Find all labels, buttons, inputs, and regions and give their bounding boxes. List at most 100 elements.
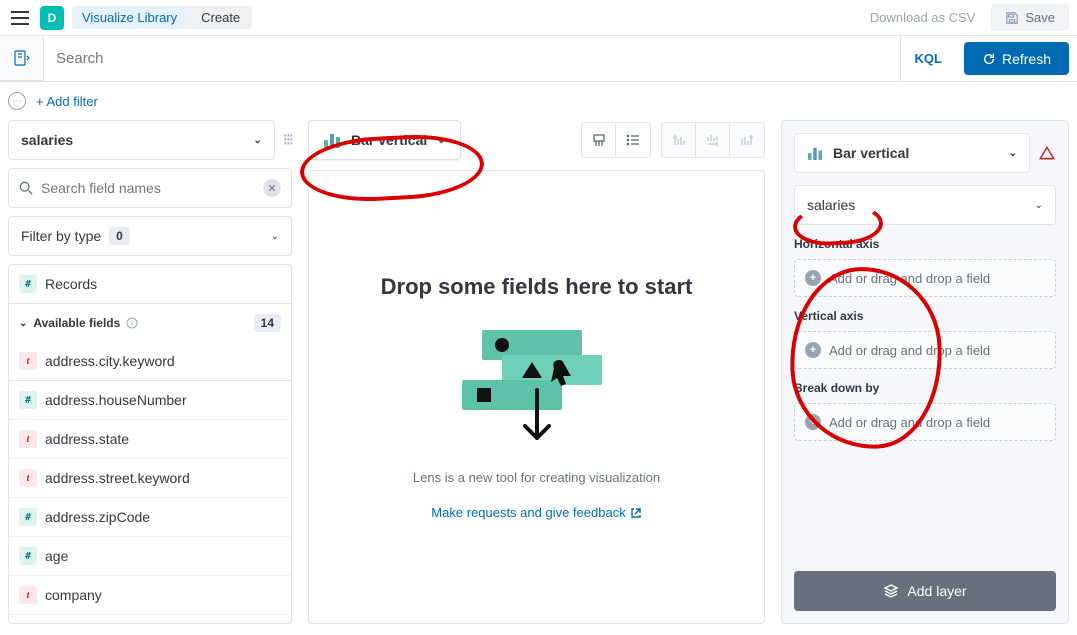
save-button[interactable]: Save bbox=[991, 4, 1069, 31]
left-axis-icon bbox=[662, 123, 696, 157]
breakdown-section: Break down by + Add or drag and drop a f… bbox=[794, 381, 1056, 441]
layer-chart-type-label: Bar vertical bbox=[833, 145, 909, 161]
layer-chart-type-select[interactable]: Bar vertical ⌄ bbox=[794, 133, 1030, 173]
field-label: address.houseNumber bbox=[45, 392, 187, 408]
field-item[interactable]: taddress.city.keyword bbox=[9, 342, 291, 381]
refresh-button-label: Refresh bbox=[1002, 51, 1051, 67]
chevron-down-icon: ⌄ bbox=[437, 135, 445, 146]
field-item[interactable]: #address.zipCode bbox=[9, 498, 291, 537]
refresh-icon bbox=[982, 52, 996, 66]
available-fields-header[interactable]: ⌄ Available fields 14 bbox=[9, 304, 291, 342]
breadcrumb-create: Create bbox=[185, 6, 252, 29]
breadcrumb-visualize-library[interactable]: Visualize Library bbox=[72, 6, 191, 29]
chevron-down-icon: ⌄ bbox=[1009, 148, 1017, 159]
right-panel: Bar vertical ⌄ salaries ⌄ Horizontal axi… bbox=[781, 120, 1069, 624]
field-item[interactable]: t address.street.keyword bbox=[9, 459, 291, 498]
search-icon bbox=[19, 181, 33, 195]
right-axis-icon bbox=[730, 123, 764, 157]
add-layer-label: Add layer bbox=[907, 583, 966, 599]
query-input[interactable] bbox=[44, 36, 900, 81]
field-label: company bbox=[45, 587, 102, 603]
field-item[interactable]: t company bbox=[9, 576, 291, 615]
field-label: address.state bbox=[45, 431, 129, 447]
field-item[interactable]: # address.houseNumber bbox=[9, 381, 291, 420]
plus-icon: + bbox=[805, 270, 821, 286]
refresh-button[interactable]: Refresh bbox=[964, 42, 1069, 75]
feedback-link-label: Make requests and give feedback bbox=[431, 505, 625, 520]
drop-hint-label: Add or drag and drop a field bbox=[829, 415, 990, 430]
toolbar-group-1 bbox=[581, 122, 651, 158]
number-type-icon: # bbox=[19, 547, 37, 565]
text-type-icon: t bbox=[19, 586, 37, 604]
field-item[interactable]: t address.state bbox=[9, 420, 291, 459]
chart-type-select[interactable]: Bar vertical ⌄ bbox=[308, 120, 461, 160]
chevron-down-icon: ⌄ bbox=[271, 231, 279, 242]
layer-index-pattern-select[interactable]: salaries ⌄ bbox=[794, 185, 1056, 225]
feedback-link[interactable]: Make requests and give feedback bbox=[431, 505, 641, 520]
drop-illustration bbox=[457, 320, 617, 450]
vertical-axis-section: Vertical axis + Add or drag and drop a f… bbox=[794, 309, 1056, 369]
field-item[interactable]: # age bbox=[9, 537, 291, 576]
horizontal-axis-section: Horizontal axis + Add or drag and drop a… bbox=[794, 237, 1056, 297]
available-fields-label: Available fields bbox=[33, 316, 120, 330]
field-search[interactable]: ✕ bbox=[8, 168, 292, 208]
chevron-down-icon: ⌄ bbox=[19, 318, 27, 329]
info-icon bbox=[126, 317, 138, 329]
number-type-icon: # bbox=[19, 508, 37, 526]
text-type-icon: t bbox=[19, 469, 37, 487]
reset-layer-icon[interactable] bbox=[1038, 144, 1056, 162]
workspace: salaries ⌄ ⁝⁝⁝ ✕ Filter by type 0 ⌄ # Re… bbox=[0, 120, 1077, 624]
kql-toggle[interactable]: KQL bbox=[900, 36, 956, 81]
field-search-input[interactable] bbox=[41, 180, 255, 196]
index-pattern-select[interactable]: salaries ⌄ bbox=[8, 120, 275, 160]
app-logo[interactable]: D bbox=[40, 6, 64, 30]
drop-hint-label: Add or drag and drop a field bbox=[829, 343, 990, 358]
drop-canvas[interactable]: Drop some fields here to start Lens is a… bbox=[308, 170, 765, 624]
list-settings-icon[interactable] bbox=[616, 123, 650, 157]
filter-by-type-button[interactable]: Filter by type 0 ⌄ bbox=[8, 216, 292, 256]
number-type-icon: # bbox=[19, 275, 37, 293]
change-filters-icon[interactable]: ⋯ bbox=[8, 92, 26, 110]
grip-icon[interactable]: ⁝⁝⁝ bbox=[283, 130, 292, 150]
canvas-subtext: Lens is a new tool for creating visualiz… bbox=[413, 470, 660, 485]
save-button-label: Save bbox=[1025, 10, 1055, 25]
plus-icon: + bbox=[805, 414, 821, 430]
download-csv-button[interactable]: Download as CSV bbox=[858, 4, 988, 31]
field-label: Records bbox=[45, 276, 97, 292]
top-bar: D Visualize Library Create Download as C… bbox=[0, 0, 1077, 36]
horizontal-axis-drop[interactable]: + Add or drag and drop a field bbox=[794, 259, 1056, 297]
external-link-icon bbox=[630, 507, 642, 519]
field-label: age bbox=[45, 548, 68, 564]
menu-icon[interactable] bbox=[8, 6, 32, 30]
layers-icon bbox=[883, 583, 899, 599]
text-type-icon: t bbox=[19, 430, 37, 448]
number-type-icon: # bbox=[19, 391, 37, 409]
center-panel: Bar vertical ⌄ bbox=[308, 120, 765, 624]
vertical-axis-drop[interactable]: + Add or drag and drop a field bbox=[794, 331, 1056, 369]
available-count-badge: 14 bbox=[254, 314, 281, 332]
add-filter-row: ⋯ + Add filter bbox=[0, 82, 1077, 120]
left-panel: salaries ⌄ ⁝⁝⁝ ✕ Filter by type 0 ⌄ # Re… bbox=[8, 120, 292, 624]
bar-vertical-icon bbox=[323, 132, 341, 148]
field-label: address.street.keyword bbox=[45, 470, 190, 486]
plus-icon: + bbox=[805, 342, 821, 358]
chevron-down-icon: ⌄ bbox=[253, 135, 261, 146]
index-pattern-label: salaries bbox=[21, 132, 73, 148]
add-filter-button[interactable]: + Add filter bbox=[36, 94, 98, 109]
bottom-axis-icon bbox=[696, 123, 730, 157]
add-layer-button[interactable]: Add layer bbox=[794, 571, 1056, 611]
chart-type-label: Bar vertical bbox=[351, 132, 427, 148]
filter-count-badge: 0 bbox=[109, 227, 130, 245]
layer-index-pattern-label: salaries bbox=[807, 197, 855, 213]
breadcrumb: Visualize Library Create bbox=[72, 6, 252, 29]
saved-query-button[interactable] bbox=[0, 36, 44, 81]
drop-hint-label: Add or drag and drop a field bbox=[829, 271, 990, 286]
brush-icon[interactable] bbox=[582, 123, 616, 157]
top-actions: Download as CSV Save bbox=[858, 4, 1069, 31]
breakdown-label: Break down by bbox=[794, 381, 1056, 395]
toolbar-group-2 bbox=[661, 122, 765, 158]
breakdown-drop[interactable]: + Add or drag and drop a field bbox=[794, 403, 1056, 441]
clear-search-icon[interactable]: ✕ bbox=[263, 179, 281, 197]
field-records[interactable]: # Records bbox=[9, 265, 291, 304]
mid-toolbar: Bar vertical ⌄ bbox=[308, 120, 765, 160]
